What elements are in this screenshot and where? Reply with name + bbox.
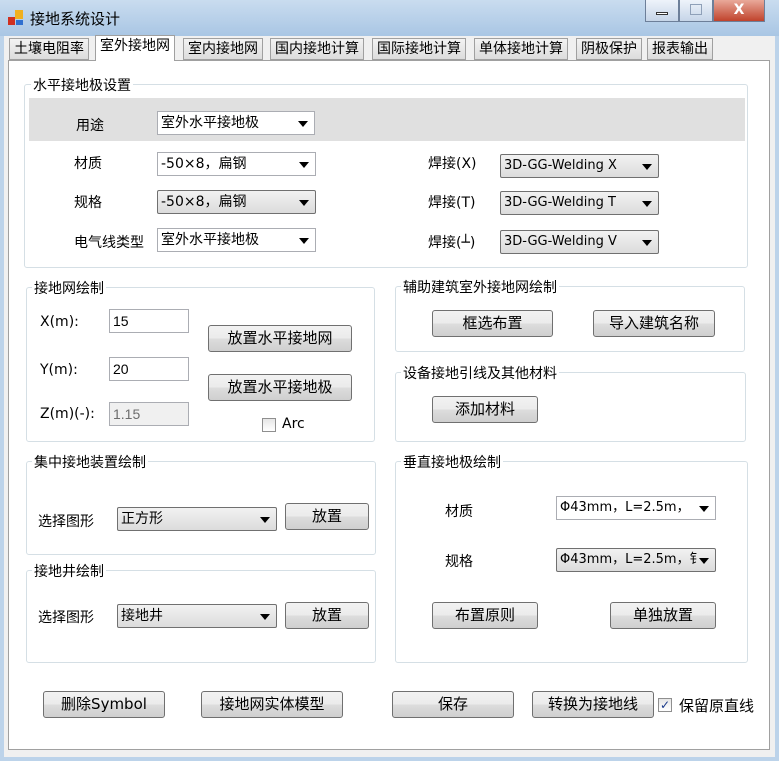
- vertical-material-label: 材质: [445, 504, 473, 520]
- grid-solid-model-button[interactable]: 接地网实体模型: [201, 691, 343, 718]
- wire-type-label: 电气线类型: [74, 235, 144, 251]
- well-place-button[interactable]: 放置: [285, 602, 369, 629]
- chevron-down-icon: [260, 614, 270, 620]
- tab-indoor-grid[interactable]: 室内接地网: [183, 38, 263, 60]
- chevron-down-icon: [299, 238, 309, 244]
- well-title: 接地井绘制: [32, 561, 106, 581]
- chevron-down-icon: [642, 201, 652, 207]
- wire-type-select[interactable]: 室外水平接地极: [157, 228, 316, 252]
- add-material-button[interactable]: 添加材料: [432, 396, 538, 423]
- close-button[interactable]: X: [713, 0, 765, 22]
- y-input[interactable]: [109, 357, 189, 381]
- place-horizontal-electrode-button[interactable]: 放置水平接地极: [208, 374, 352, 401]
- central-device-title: 集中接地装置绘制: [32, 452, 148, 472]
- vertical-electrode-title: 垂直接地极绘制: [401, 452, 503, 472]
- x-label: X(m):: [40, 314, 79, 330]
- minimize-button[interactable]: [645, 0, 679, 22]
- convert-to-ground-wire-button[interactable]: 转换为接地线: [532, 691, 654, 718]
- arc-label: Arc: [282, 416, 305, 432]
- arc-checkbox[interactable]: [262, 418, 276, 432]
- central-place-button[interactable]: 放置: [285, 503, 369, 530]
- tab-outdoor-grid[interactable]: 室外接地网: [95, 35, 175, 61]
- usage-row: [29, 98, 745, 141]
- layout-principle-button[interactable]: 布置原则: [432, 602, 538, 629]
- vertical-material-value: Φ43mm，L=2.5m，: [560, 500, 690, 515]
- horizontal-settings-title: 水平接地极设置: [31, 75, 133, 95]
- spec-value: -50×8，扁钢: [161, 194, 247, 210]
- tab-cathodic-protection[interactable]: 阴极保护: [576, 38, 642, 60]
- weld-v-value: 3D-GG-Welding V: [504, 234, 617, 249]
- delete-symbol-button[interactable]: 删除Symbol: [43, 691, 165, 718]
- tab-domestic-calc[interactable]: 国内接地计算: [270, 38, 364, 60]
- weld-x-select[interactable]: 3D-GG-Welding X: [500, 154, 659, 178]
- x-input[interactable]: [109, 309, 189, 333]
- vertical-spec-label: 规格: [445, 554, 473, 570]
- equipment-title: 设备接地引线及其他材料: [401, 363, 559, 383]
- weld-x-value: 3D-GG-Welding X: [504, 158, 617, 173]
- chevron-down-icon: [642, 240, 652, 246]
- well-shape-value: 接地井: [121, 608, 163, 624]
- central-shape-select[interactable]: 正方形: [117, 507, 277, 531]
- central-shape-label: 选择图形: [38, 514, 94, 530]
- weld-v-label: 焊接(┴): [428, 235, 476, 251]
- chevron-down-icon: [299, 162, 309, 168]
- chevron-down-icon: [298, 121, 308, 127]
- weld-t-value: 3D-GG-Welding T: [504, 195, 616, 210]
- weld-v-select[interactable]: 3D-GG-Welding V: [500, 230, 659, 254]
- box-select-button[interactable]: 框选布置: [432, 310, 553, 337]
- usage-select[interactable]: 室外水平接地极: [157, 111, 315, 135]
- weld-t-label: 焊接(T): [428, 195, 476, 211]
- tab-international-calc[interactable]: 国际接地计算: [372, 38, 466, 60]
- window-title: 接地系统设计: [30, 10, 121, 28]
- weld-x-label: 焊接(X): [428, 156, 477, 172]
- z-input: [109, 402, 189, 426]
- material-select[interactable]: -50×8，扁钢: [157, 152, 316, 176]
- chevron-down-icon: [699, 506, 709, 512]
- single-place-button[interactable]: 单独放置: [610, 602, 716, 629]
- y-label: Y(m):: [40, 362, 78, 378]
- well-shape-label: 选择图形: [38, 610, 94, 626]
- tab-report-output[interactable]: 报表输出: [647, 38, 713, 60]
- vertical-material-select[interactable]: Φ43mm，L=2.5m，: [556, 496, 716, 520]
- spec-select[interactable]: -50×8，扁钢: [157, 190, 316, 214]
- place-horizontal-grid-button[interactable]: 放置水平接地网: [208, 325, 352, 352]
- vertical-spec-value: Φ43mm，L=2.5m，钅: [560, 552, 703, 567]
- keep-original-line-checkbox[interactable]: ✓: [658, 698, 672, 712]
- keep-original-line-label: 保留原直线: [679, 697, 755, 715]
- chevron-down-icon: [699, 558, 709, 564]
- maximize-button[interactable]: [679, 0, 713, 22]
- weld-t-select[interactable]: 3D-GG-Welding T: [500, 191, 659, 215]
- grid-drawing-title: 接地网绘制: [32, 278, 106, 298]
- wire-type-value: 室外水平接地极: [161, 232, 259, 248]
- usage-label: 用途: [76, 118, 104, 134]
- usage-value: 室外水平接地极: [161, 115, 259, 131]
- import-building-name-button[interactable]: 导入建筑名称: [593, 310, 715, 337]
- vertical-spec-select[interactable]: Φ43mm，L=2.5m，钅: [556, 548, 716, 572]
- save-button[interactable]: 保存: [392, 691, 514, 718]
- material-label: 材质: [74, 156, 102, 172]
- chevron-down-icon: [260, 517, 270, 523]
- well-shape-select[interactable]: 接地井: [117, 604, 277, 628]
- spec-label: 规格: [74, 195, 102, 211]
- app-icon: [8, 10, 23, 25]
- central-shape-value: 正方形: [121, 511, 163, 527]
- material-value: -50×8，扁钢: [161, 156, 247, 172]
- tab-soil-resistivity[interactable]: 土壤电阻率: [9, 38, 89, 60]
- tab-single-calc[interactable]: 单体接地计算: [474, 38, 568, 60]
- chevron-down-icon: [299, 200, 309, 206]
- chevron-down-icon: [642, 164, 652, 170]
- z-label: Z(m)(-):: [40, 406, 95, 422]
- aux-building-title: 辅助建筑室外接地网绘制: [401, 277, 559, 297]
